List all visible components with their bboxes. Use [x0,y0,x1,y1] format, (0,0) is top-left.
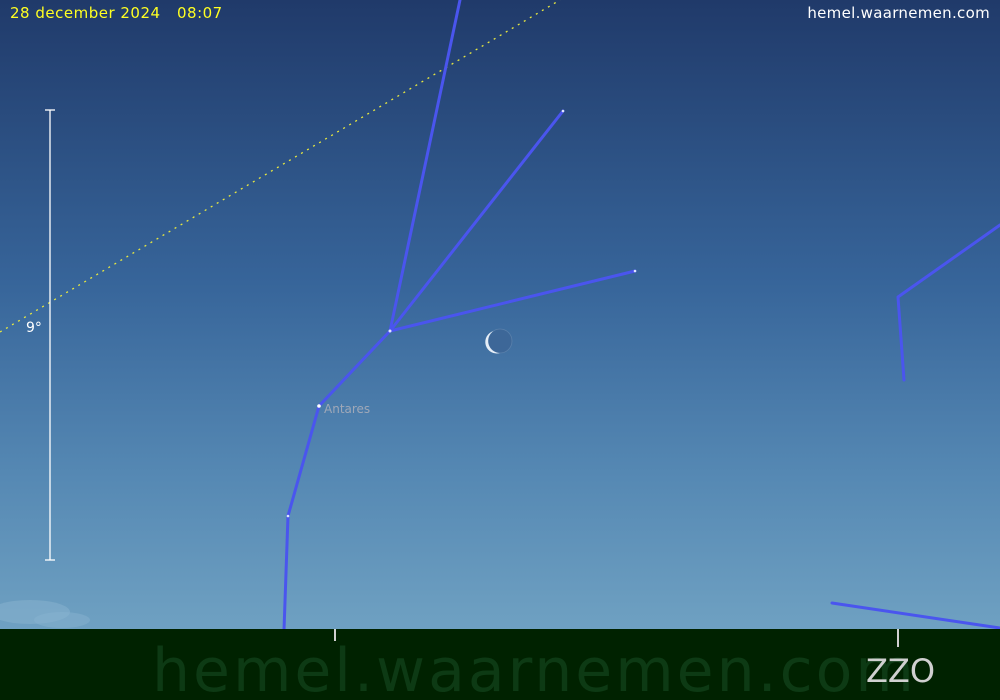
sky-view: 28 december 2024 08:07 hemel.waarnemen.c… [0,0,1000,700]
star-dot-icon [633,269,637,273]
scale-label: 9° [26,320,42,336]
star-dot-icon [317,404,321,408]
sky-map [0,0,1000,700]
compass-direction-label: ZZO [866,652,936,690]
watermark: hemel.waarnemen.com [152,636,917,700]
site-label: hemel.waarnemen.com [807,4,990,22]
star-dot-icon [561,109,565,113]
star-dot-icon [388,329,392,333]
date-label: 28 december 2024 [10,4,161,22]
star-label-antares: Antares [324,402,371,416]
star-dot-icon [286,514,290,518]
cloud [34,612,90,628]
time-label: 08:07 [177,4,223,22]
sky-background [0,0,1000,630]
